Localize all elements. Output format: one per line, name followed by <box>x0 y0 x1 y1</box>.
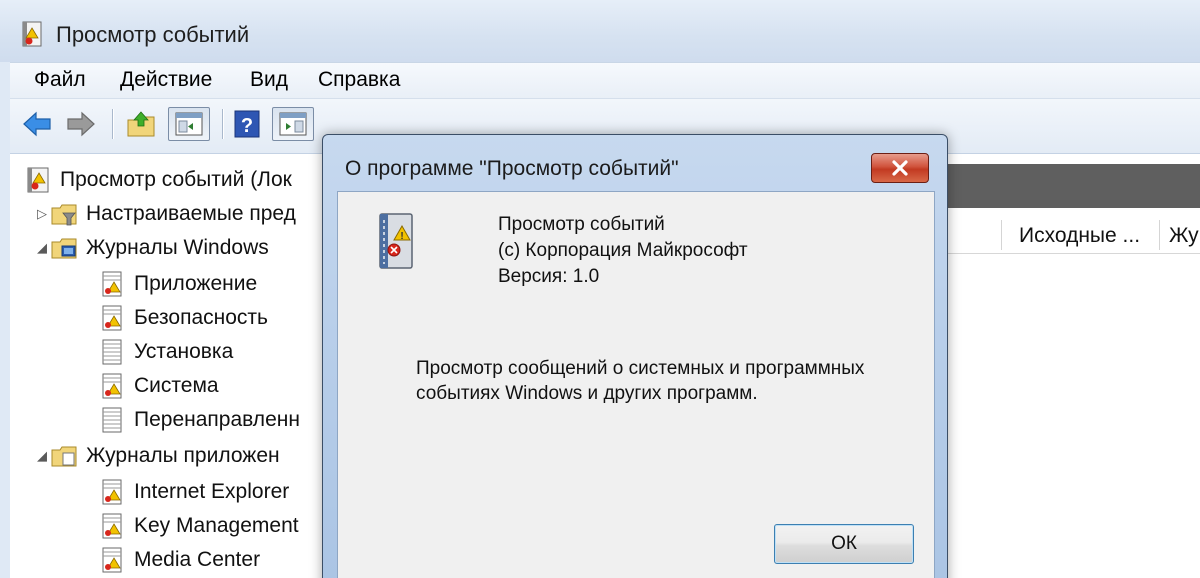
log-warning-icon <box>102 305 122 331</box>
tree-item-media-center[interactable]: Media Center <box>98 544 260 576</box>
svg-text:!: ! <box>400 231 403 242</box>
log-icon <box>102 339 122 365</box>
version-text: Версия: 1.0 <box>498 266 600 287</box>
log-warning-icon <box>102 547 122 573</box>
tree-item-windows-logs[interactable]: ◢ Журналы Windows <box>34 232 269 264</box>
show-hide-action-pane-button[interactable] <box>272 107 314 141</box>
folder-filter-icon <box>51 204 77 226</box>
tree-item-setup[interactable]: Установка <box>98 336 233 368</box>
tree-label-custom-views: Настраиваемые пред <box>86 202 296 225</box>
menu-action[interactable]: Действие <box>116 68 216 92</box>
back-button[interactable] <box>20 107 54 141</box>
description-text: Просмотр сообщений о системных и програм… <box>416 358 865 404</box>
copyright-text: (c) Корпорация Майкрософт <box>498 240 748 261</box>
show-hide-tree-icon <box>175 112 203 136</box>
ok-button[interactable]: ОК <box>774 524 914 564</box>
tree-item-security[interactable]: Безопасность <box>98 302 268 334</box>
event-viewer-icon <box>27 167 49 193</box>
window-title: Просмотр событий <box>56 22 250 47</box>
dialog-title: О программе "Просмотр событий" <box>345 157 679 180</box>
back-arrow-icon <box>23 111 51 137</box>
log-warning-icon <box>102 373 122 399</box>
tree-label-internet-explorer: Internet Explorer <box>134 480 290 503</box>
tree-label-key-management: Key Management <box>134 514 299 537</box>
log-warning-icon <box>102 271 122 297</box>
folder-doc-icon <box>51 446 77 467</box>
show-hide-action-pane-icon <box>279 112 307 136</box>
expand-arrow-icon[interactable]: ▷ <box>34 206 50 222</box>
tree-label-windows-logs: Журналы Windows <box>86 236 269 259</box>
tree-label-setup: Установка <box>134 340 234 363</box>
tree-item-system[interactable]: Система <box>98 370 219 402</box>
tree-item-forwarded[interactable]: Перенаправленн <box>98 404 300 436</box>
tree-label-forwarded: Перенаправленн <box>134 408 300 431</box>
tree-item-key-management[interactable]: Key Management <box>98 510 299 542</box>
menu-help[interactable]: Справка <box>314 68 404 92</box>
main-window-titlebar: Просмотр событий <box>0 0 1200 62</box>
tree-label-security: Безопасность <box>134 306 268 329</box>
about-dialog: О программе "Просмотр событий" ! Просмот… <box>322 134 948 578</box>
dialog-body: ! Просмотр событий (c) Корпорация Майкро… <box>337 191 935 578</box>
folder-up-icon <box>127 111 155 137</box>
forward-button[interactable] <box>64 107 98 141</box>
show-hide-tree-button[interactable] <box>168 107 210 141</box>
product-name: Просмотр событий <box>498 214 665 235</box>
svg-text:?: ? <box>241 115 253 137</box>
column-header-source[interactable]: Исходные ... <box>1019 224 1140 248</box>
tree-item-application[interactable]: Приложение <box>98 268 257 300</box>
tree-label-application: Приложение <box>134 272 258 295</box>
tree-label-system: Система <box>134 374 219 397</box>
column-header-log[interactable]: Жу <box>1169 224 1199 248</box>
tree-label-root: Просмотр событий (Лок <box>60 168 292 191</box>
tree-item-custom-views[interactable]: ▷ Настраиваемые пред <box>34 198 296 230</box>
tree-label-media-center: Media Center <box>134 548 261 571</box>
collapse-arrow-icon[interactable]: ◢ <box>34 448 50 464</box>
log-icon <box>102 407 122 433</box>
up-level-button[interactable] <box>124 107 158 141</box>
dialog-close-button[interactable] <box>871 153 929 183</box>
close-icon <box>892 160 908 176</box>
tree-label-app-logs: Журналы приложен <box>86 444 280 467</box>
help-button[interactable]: ? <box>230 107 264 141</box>
event-viewer-icon: ! <box>379 213 413 269</box>
forward-arrow-icon <box>67 111 95 137</box>
help-icon: ? <box>234 110 260 138</box>
right-pane-header-strip <box>945 164 1200 208</box>
collapse-arrow-icon[interactable]: ◢ <box>34 240 50 256</box>
tree-item-app-logs[interactable]: ◢ Журналы приложен <box>34 440 280 472</box>
log-warning-icon <box>102 479 122 505</box>
event-list-header: Исходные ... Жу <box>945 216 1200 254</box>
log-warning-icon <box>102 513 122 539</box>
event-viewer-app-icon <box>22 21 42 47</box>
tree-item-root[interactable]: Просмотр событий (Лок <box>24 164 292 196</box>
menu-file[interactable]: Файл <box>30 68 90 92</box>
menu-view[interactable]: Вид <box>246 68 292 92</box>
folder-windows-icon <box>51 238 77 259</box>
tree-item-internet-explorer[interactable]: Internet Explorer <box>98 476 289 508</box>
menu-bar: Файл Действие Вид Справка <box>10 62 1200 98</box>
